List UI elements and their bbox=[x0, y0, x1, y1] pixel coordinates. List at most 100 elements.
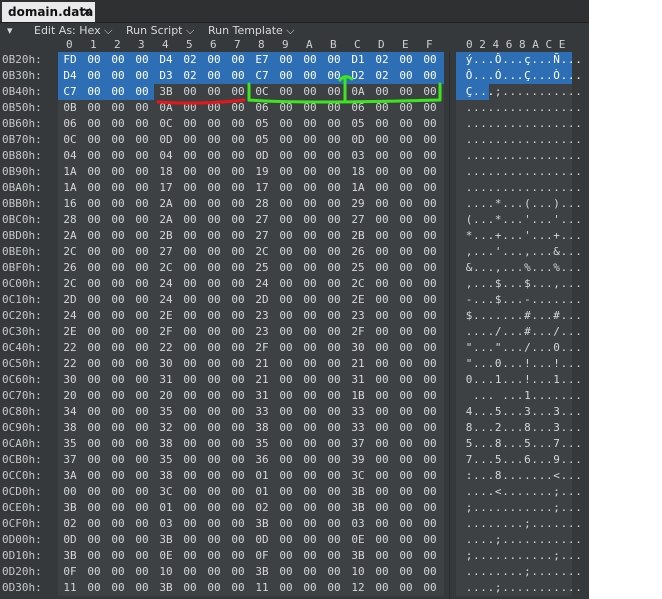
hex-byte[interactable]: 00 bbox=[132, 388, 152, 403]
hex-byte[interactable]: 00 bbox=[396, 436, 416, 451]
hex-byte[interactable]: 00 bbox=[108, 532, 128, 547]
hex-byte[interactable]: 00 bbox=[180, 372, 200, 387]
hex-byte[interactable]: 00 bbox=[84, 164, 104, 179]
hex-byte[interactable]: 00 bbox=[372, 452, 392, 467]
hex-byte[interactable]: 06 bbox=[252, 100, 272, 115]
hex-byte[interactable]: 00 bbox=[204, 580, 224, 595]
hex-byte[interactable]: 28 bbox=[60, 212, 80, 227]
hex-byte[interactable]: 2E bbox=[60, 324, 80, 339]
hex-byte[interactable]: 00 bbox=[324, 212, 344, 227]
hex-byte[interactable]: 00 bbox=[108, 196, 128, 211]
hex-byte[interactable]: 21 bbox=[252, 356, 272, 371]
hex-byte[interactable]: 00 bbox=[204, 132, 224, 147]
hex-byte[interactable]: 03 bbox=[348, 148, 368, 163]
hex-byte[interactable]: 00 bbox=[204, 420, 224, 435]
ascii-char[interactable]: . bbox=[573, 452, 585, 467]
hex-byte[interactable]: 0D bbox=[252, 148, 272, 163]
hex-row[interactable]: 0C40h: 22 00 00 00 22 00 00 00 2F 00 00 00 30 00 00 00 ".… bbox=[0, 340, 589, 356]
hex-byte[interactable]: 2C bbox=[60, 244, 80, 259]
hex-byte[interactable]: 00 bbox=[108, 548, 128, 563]
hex-byte[interactable]: 00 bbox=[204, 52, 224, 67]
hex-byte[interactable]: 00 bbox=[420, 548, 440, 563]
hex-row[interactable]: 0B40h: C7 00 00 00 3B 00 00 00 0C 00 00 00 0A 00 00 00 Ç.… bbox=[0, 84, 589, 100]
hex-byte[interactable]: 37 bbox=[348, 436, 368, 451]
hex-byte[interactable]: 00 bbox=[396, 228, 416, 243]
hex-byte[interactable]: 00 bbox=[396, 500, 416, 515]
hex-byte[interactable]: 00 bbox=[204, 244, 224, 259]
hex-row[interactable]: 0BB0h: 16 00 00 00 2A 00 00 00 28 00 00 00 29 00 00 00..… bbox=[0, 196, 589, 212]
hex-byte[interactable]: 00 bbox=[324, 148, 344, 163]
hex-byte[interactable]: 00 bbox=[324, 452, 344, 467]
hex-byte[interactable]: 00 bbox=[204, 84, 224, 99]
hex-byte[interactable]: 00 bbox=[420, 212, 440, 227]
hex-byte[interactable]: 00 bbox=[108, 292, 128, 307]
hex-byte[interactable]: 00 bbox=[204, 116, 224, 131]
hex-byte[interactable]: 00 bbox=[108, 52, 128, 67]
hex-byte[interactable]: 00 bbox=[396, 324, 416, 339]
hex-byte[interactable]: 1B bbox=[348, 388, 368, 403]
hex-byte[interactable]: 00 bbox=[420, 68, 440, 83]
hex-byte[interactable]: 00 bbox=[204, 164, 224, 179]
hex-byte[interactable]: 00 bbox=[204, 468, 224, 483]
hex-byte[interactable]: 00 bbox=[396, 420, 416, 435]
hex-byte[interactable]: 00 bbox=[84, 580, 104, 595]
hex-byte[interactable]: 00 bbox=[180, 84, 200, 99]
hex-byte[interactable]: 00 bbox=[132, 564, 152, 579]
hex-byte[interactable]: 00 bbox=[396, 532, 416, 547]
hex-byte[interactable]: 00 bbox=[276, 388, 296, 403]
hex-byte[interactable]: 00 bbox=[324, 548, 344, 563]
hex-byte[interactable]: 00 bbox=[108, 100, 128, 115]
hex-row[interactable]: 0CF0h: 02 00 00 00 03 00 00 00 3B 00 00 00 03 00 00 00..… bbox=[0, 516, 589, 532]
hex-byte[interactable]: 00 bbox=[204, 548, 224, 563]
hex-byte[interactable]: 00 bbox=[204, 564, 224, 579]
hex-byte[interactable]: 00 bbox=[420, 372, 440, 387]
hex-byte[interactable]: 00 bbox=[396, 356, 416, 371]
hex-byte[interactable]: 00 bbox=[324, 388, 344, 403]
hex-byte[interactable]: 00 bbox=[84, 52, 104, 67]
hex-byte[interactable]: 00 bbox=[420, 276, 440, 291]
hex-byte[interactable]: 00 bbox=[84, 532, 104, 547]
hex-byte[interactable]: 00 bbox=[228, 276, 248, 291]
hex-byte[interactable]: 02 bbox=[180, 52, 200, 67]
hex-byte[interactable]: 00 bbox=[420, 164, 440, 179]
hex-byte[interactable]: 35 bbox=[60, 436, 80, 451]
hex-byte[interactable]: 00 bbox=[108, 356, 128, 371]
hex-byte[interactable]: 00 bbox=[396, 340, 416, 355]
hex-byte[interactable]: 00 bbox=[372, 292, 392, 307]
hex-row[interactable]: 0C70h: 20 00 00 00 20 00 00 00 31 00 00 00 1B 00 00 00 .… bbox=[0, 388, 589, 404]
hex-byte[interactable]: 00 bbox=[108, 132, 128, 147]
hex-byte[interactable]: 28 bbox=[252, 196, 272, 211]
hex-byte[interactable]: 00 bbox=[372, 100, 392, 115]
hex-row[interactable]: 0B20h: FD 00 00 00 D4 02 00 00 E7 00 00 00 D1 02 00 00 ý.… bbox=[0, 52, 589, 68]
hex-byte[interactable]: 00 bbox=[228, 212, 248, 227]
hex-byte[interactable]: 00 bbox=[420, 404, 440, 419]
hex-byte[interactable]: 00 bbox=[132, 372, 152, 387]
hex-row[interactable]: 0CD0h: 00 00 00 00 3C 00 00 00 01 00 00 00 3B 00 00 00..… bbox=[0, 484, 589, 500]
hex-byte[interactable]: 00 bbox=[108, 404, 128, 419]
hex-byte[interactable]: 00 bbox=[372, 580, 392, 595]
hex-byte[interactable]: 00 bbox=[396, 148, 416, 163]
hex-byte[interactable]: 00 bbox=[180, 468, 200, 483]
hex-byte[interactable]: 00 bbox=[132, 308, 152, 323]
hex-byte[interactable]: D4 bbox=[60, 68, 80, 83]
hex-byte[interactable]: 00 bbox=[276, 548, 296, 563]
hex-byte[interactable]: 00 bbox=[84, 420, 104, 435]
hex-byte[interactable]: 00 bbox=[396, 100, 416, 115]
ascii-char[interactable]: . bbox=[573, 260, 585, 275]
hex-byte[interactable]: 00 bbox=[324, 52, 344, 67]
hex-byte[interactable]: 00 bbox=[372, 276, 392, 291]
hex-byte[interactable]: 00 bbox=[276, 244, 296, 259]
hex-byte[interactable]: 00 bbox=[180, 356, 200, 371]
run-script-menu[interactable]: Run Script ⌵ bbox=[126, 23, 194, 38]
hex-byte[interactable]: 00 bbox=[228, 340, 248, 355]
hex-byte[interactable]: 00 bbox=[228, 52, 248, 67]
hex-byte[interactable]: 24 bbox=[60, 308, 80, 323]
hex-byte[interactable]: 05 bbox=[252, 132, 272, 147]
hex-byte[interactable]: 00 bbox=[420, 84, 440, 99]
hex-byte[interactable]: 00 bbox=[420, 116, 440, 131]
hex-byte[interactable]: 00 bbox=[228, 116, 248, 131]
hex-byte[interactable]: 00 bbox=[300, 292, 320, 307]
hex-byte[interactable]: 00 bbox=[204, 340, 224, 355]
hex-byte[interactable]: 00 bbox=[228, 484, 248, 499]
hex-byte[interactable]: 05 bbox=[348, 116, 368, 131]
